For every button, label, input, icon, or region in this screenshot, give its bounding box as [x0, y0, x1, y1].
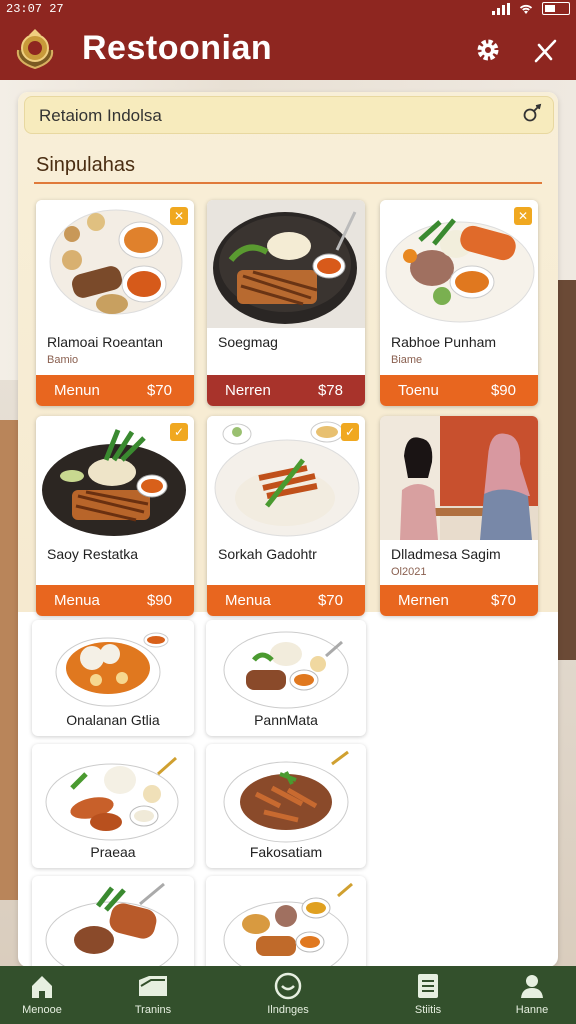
dish-name: Rlamoai Roeantan — [47, 334, 163, 350]
dish-name: Soegmag — [218, 334, 278, 350]
list-icon — [418, 974, 438, 998]
bottom-navigation: Menooe Tranins Ilndnges Stiitis Hanne — [0, 966, 576, 1024]
background-wood-right — [556, 280, 576, 660]
menu-card[interactable]: ✓ Saoy Restatka Menua $90 — [36, 416, 194, 616]
dish-name: Onalanan Gtlia — [66, 712, 160, 728]
signal-icon — [492, 2, 510, 15]
nav-label: Tranins — [134, 1004, 172, 1016]
close-icon — [534, 39, 557, 63]
dish-price: $90 — [490, 382, 516, 399]
dish-icon — [274, 972, 302, 1000]
menu-button[interactable]: Menua — [225, 592, 271, 609]
menu-item-card[interactable]: Praeaa — [32, 744, 194, 868]
close-button[interactable] — [528, 33, 562, 67]
menu-card[interactable]: ✕ Rabhoe Punham Biame Toenu $90 — [380, 200, 538, 406]
menu-item-card[interactable] — [206, 876, 366, 967]
search-icon[interactable] — [521, 103, 543, 125]
nav-item-profile[interactable]: Hanne — [492, 972, 572, 1016]
nav-label: Ilndnges — [267, 1004, 309, 1016]
settings-button[interactable] — [471, 33, 505, 67]
menu-card[interactable]: ✓ Sorkah Gadohtr Menua $70 — [207, 416, 365, 616]
dish-name: Praeaa — [90, 844, 136, 860]
food-image — [223, 750, 349, 843]
dish-price: $70 — [317, 592, 343, 609]
nav-item-stats[interactable]: Stiitis — [388, 972, 468, 1016]
menu-card-action-bar[interactable]: Nerren $78 — [207, 375, 365, 406]
nav-label: Stiitis — [414, 1004, 442, 1016]
favorite-check-icon[interactable]: ✕ — [170, 207, 188, 225]
diners-photo — [380, 416, 538, 540]
wifi-icon — [519, 4, 533, 14]
menu-item-card[interactable]: Fakosatiam — [206, 744, 366, 868]
menu-button[interactable]: Toenu — [398, 382, 439, 399]
status-icons — [492, 2, 570, 15]
dish-name: Fakosatiam — [249, 844, 323, 860]
favorite-check-icon[interactable]: ✓ — [170, 423, 188, 441]
menu-item-card[interactable] — [32, 876, 194, 967]
app-bar: Restoonian — [0, 20, 576, 80]
menu-card-action-bar[interactable]: Mernen $70 — [380, 585, 538, 616]
menu-card-action-bar[interactable]: Menua $90 — [36, 585, 194, 616]
menu-card-action-bar[interactable]: Menua $70 — [207, 585, 365, 616]
app-title: Restoonian — [82, 29, 273, 67]
dish-name: Rabhoe Punham — [391, 334, 497, 350]
dish-price: $78 — [317, 382, 343, 399]
food-image — [45, 882, 179, 967]
section-title: Sinpulahas — [36, 154, 135, 176]
menu-button[interactable]: Menun — [54, 382, 100, 399]
dish-price: $90 — [146, 592, 172, 609]
menu-item-card[interactable]: Onalanan Gtlia — [32, 620, 194, 736]
menu-card-action-bar[interactable]: Toenu $90 — [380, 375, 538, 406]
menu-card[interactable]: Soegmag Nerren $78 — [207, 200, 365, 406]
food-image — [207, 200, 365, 328]
dish-name: Sorkah Gadohtr — [218, 546, 317, 562]
dish-subtitle: Bamio — [47, 354, 79, 366]
menu-button[interactable]: Mernen — [398, 592, 449, 609]
menu-button[interactable]: Menua — [54, 592, 100, 609]
dish-name: PannMata — [254, 712, 318, 728]
dish-name: Dlladmesa Sagim — [391, 546, 501, 562]
menu-card-action-bar[interactable]: Menun $70 — [36, 375, 194, 406]
gear-icon — [477, 39, 499, 61]
profile-icon — [521, 975, 543, 998]
status-bar: 23:07 27 — [0, 0, 576, 20]
dish-subtitle: Biame — [391, 354, 423, 366]
menu-item-card[interactable]: PannMata — [206, 620, 366, 736]
home-icon — [32, 976, 52, 998]
food-image — [45, 756, 179, 841]
menu-card[interactable]: Dlladmesa Sagim Ol2021 Mernen $70 — [380, 416, 538, 616]
background-wood-left — [0, 420, 20, 900]
restaurant-logo-icon — [16, 29, 54, 70]
nav-item-menu[interactable]: Menooe — [2, 972, 82, 1016]
nav-item-trains[interactable]: Tranins — [113, 972, 193, 1016]
menu-button[interactable]: Nerren — [225, 382, 271, 399]
nav-label: Hanne — [515, 1004, 549, 1016]
dish-price: $70 — [146, 382, 172, 399]
folder-icon — [139, 976, 167, 996]
food-image — [55, 632, 169, 707]
nav-label: Menooe — [22, 1004, 62, 1016]
dish-subtitle: Ol2021 — [391, 566, 427, 578]
search-input[interactable]: Retaiom Indolsa — [39, 106, 162, 126]
food-image — [223, 631, 349, 709]
menu-card[interactable]: ✕ Rlamoai Roeantan Bamio Menun $70 — [36, 200, 194, 406]
dish-name: Saoy Restatka — [47, 546, 139, 562]
search-bar[interactable]: Retaiom Indolsa — [24, 96, 554, 134]
food-image — [223, 882, 353, 967]
menu-panel: Retaiom Indolsa Sinpulahas ✕ Rlamoai Roe… — [18, 92, 558, 967]
nav-item-dishes[interactable]: Ilndnges — [248, 972, 328, 1016]
battery-icon — [542, 2, 570, 15]
status-time: 23:07 27 — [6, 2, 64, 16]
favorite-check-icon[interactable]: ✕ — [514, 207, 532, 225]
dish-price: $70 — [490, 592, 516, 609]
favorite-check-icon[interactable]: ✓ — [341, 423, 359, 441]
section-divider — [34, 182, 542, 184]
